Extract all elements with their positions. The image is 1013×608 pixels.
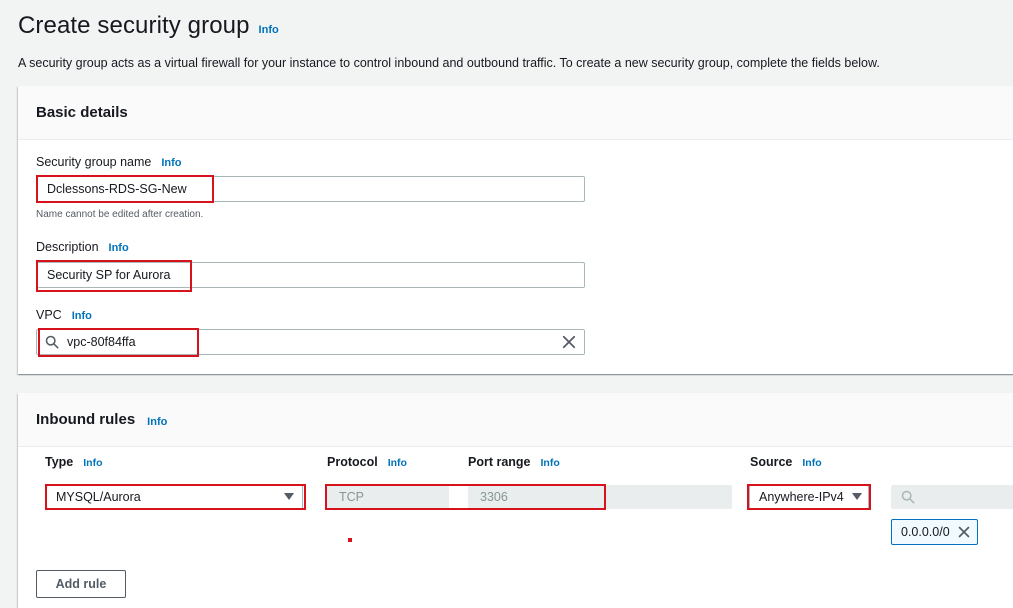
title-info-link[interactable]: Info xyxy=(259,24,279,36)
security-group-name-label-row: Security group name Info xyxy=(36,155,182,169)
protocol-value: TCP xyxy=(339,490,364,504)
description-label-row: Description Info xyxy=(36,240,129,254)
basic-details-header: Basic details xyxy=(18,86,1013,140)
type-column-text: Type xyxy=(45,455,74,469)
inbound-rules-info-link[interactable]: Info xyxy=(147,416,167,428)
description-input[interactable]: Security SP for Aurora xyxy=(36,262,585,288)
page-description: A security group acts as a virtual firew… xyxy=(18,56,880,70)
add-rule-button[interactable]: Add rule xyxy=(36,570,126,598)
type-column-label: Type Info xyxy=(45,455,103,469)
port-range-info-link[interactable]: Info xyxy=(541,457,560,469)
type-select[interactable]: MYSQL/Aurora xyxy=(46,485,303,509)
search-icon xyxy=(901,490,915,504)
port-range-column-label: Port range Info xyxy=(468,455,560,469)
source-select[interactable]: Anywhere-IPv4 xyxy=(749,485,869,509)
source-select-value: Anywhere-IPv4 xyxy=(759,490,844,504)
vpc-label: VPC xyxy=(36,308,62,322)
description-info-link[interactable]: Info xyxy=(109,242,129,254)
inbound-rules-title: Inbound rules xyxy=(36,411,136,428)
protocol-info-link[interactable]: Info xyxy=(388,457,407,469)
source-column-label: Source Info xyxy=(750,455,822,469)
protocol-column-text: Protocol xyxy=(327,455,378,469)
security-group-name-info-link[interactable]: Info xyxy=(161,157,181,169)
close-icon[interactable] xyxy=(562,335,576,349)
red-marker-dot xyxy=(348,538,352,542)
vpc-label-row: VPC Info xyxy=(36,308,92,322)
protocol-column-label: Protocol Info xyxy=(327,455,407,469)
page-title: Create security group xyxy=(18,12,250,39)
search-icon xyxy=(45,335,59,349)
source-info-link[interactable]: Info xyxy=(802,457,821,469)
security-group-name-input[interactable]: Dclessons-RDS-SG-New xyxy=(36,176,585,202)
cidr-token-value: 0.0.0.0/0 xyxy=(901,525,950,539)
vpc-value: vpc-80f84ffa xyxy=(67,335,136,349)
vpc-info-link[interactable]: Info xyxy=(72,310,92,322)
create-security-group-page: Create security group Info A security gr… xyxy=(0,0,1013,608)
port-range-value: 3306 xyxy=(480,490,508,504)
security-group-name-label: Security group name xyxy=(36,155,152,169)
security-group-name-value: Dclessons-RDS-SG-New xyxy=(47,182,187,196)
inbound-rules-container: Inbound rules Info Type Info Protocol In… xyxy=(18,393,1013,608)
port-range-field: 3306 xyxy=(468,485,732,509)
caret-down-icon xyxy=(284,493,294,500)
basic-details-container: Basic details Security group name Info D… xyxy=(18,86,1013,374)
type-info-link[interactable]: Info xyxy=(83,457,102,469)
caret-down-icon xyxy=(852,493,862,500)
source-column-text: Source xyxy=(750,455,793,469)
basic-details-title: Basic details xyxy=(36,104,128,121)
port-range-column-text: Port range xyxy=(468,455,531,469)
protocol-field: TCP xyxy=(327,485,449,509)
inbound-rules-header: Inbound rules Info xyxy=(18,393,1013,447)
description-label: Description xyxy=(36,240,99,254)
type-select-value: MYSQL/Aurora xyxy=(56,490,141,504)
name-constraint-text: Name cannot be edited after creation. xyxy=(36,209,204,220)
vpc-autosuggest-input[interactable]: vpc-80f84ffa xyxy=(36,329,585,355)
description-value: Security SP for Aurora xyxy=(47,268,171,282)
cidr-search-input[interactable] xyxy=(891,485,1013,509)
close-icon[interactable] xyxy=(958,526,970,538)
page-header: Create security group Info xyxy=(18,12,279,40)
cidr-token: 0.0.0.0/0 xyxy=(891,519,978,545)
